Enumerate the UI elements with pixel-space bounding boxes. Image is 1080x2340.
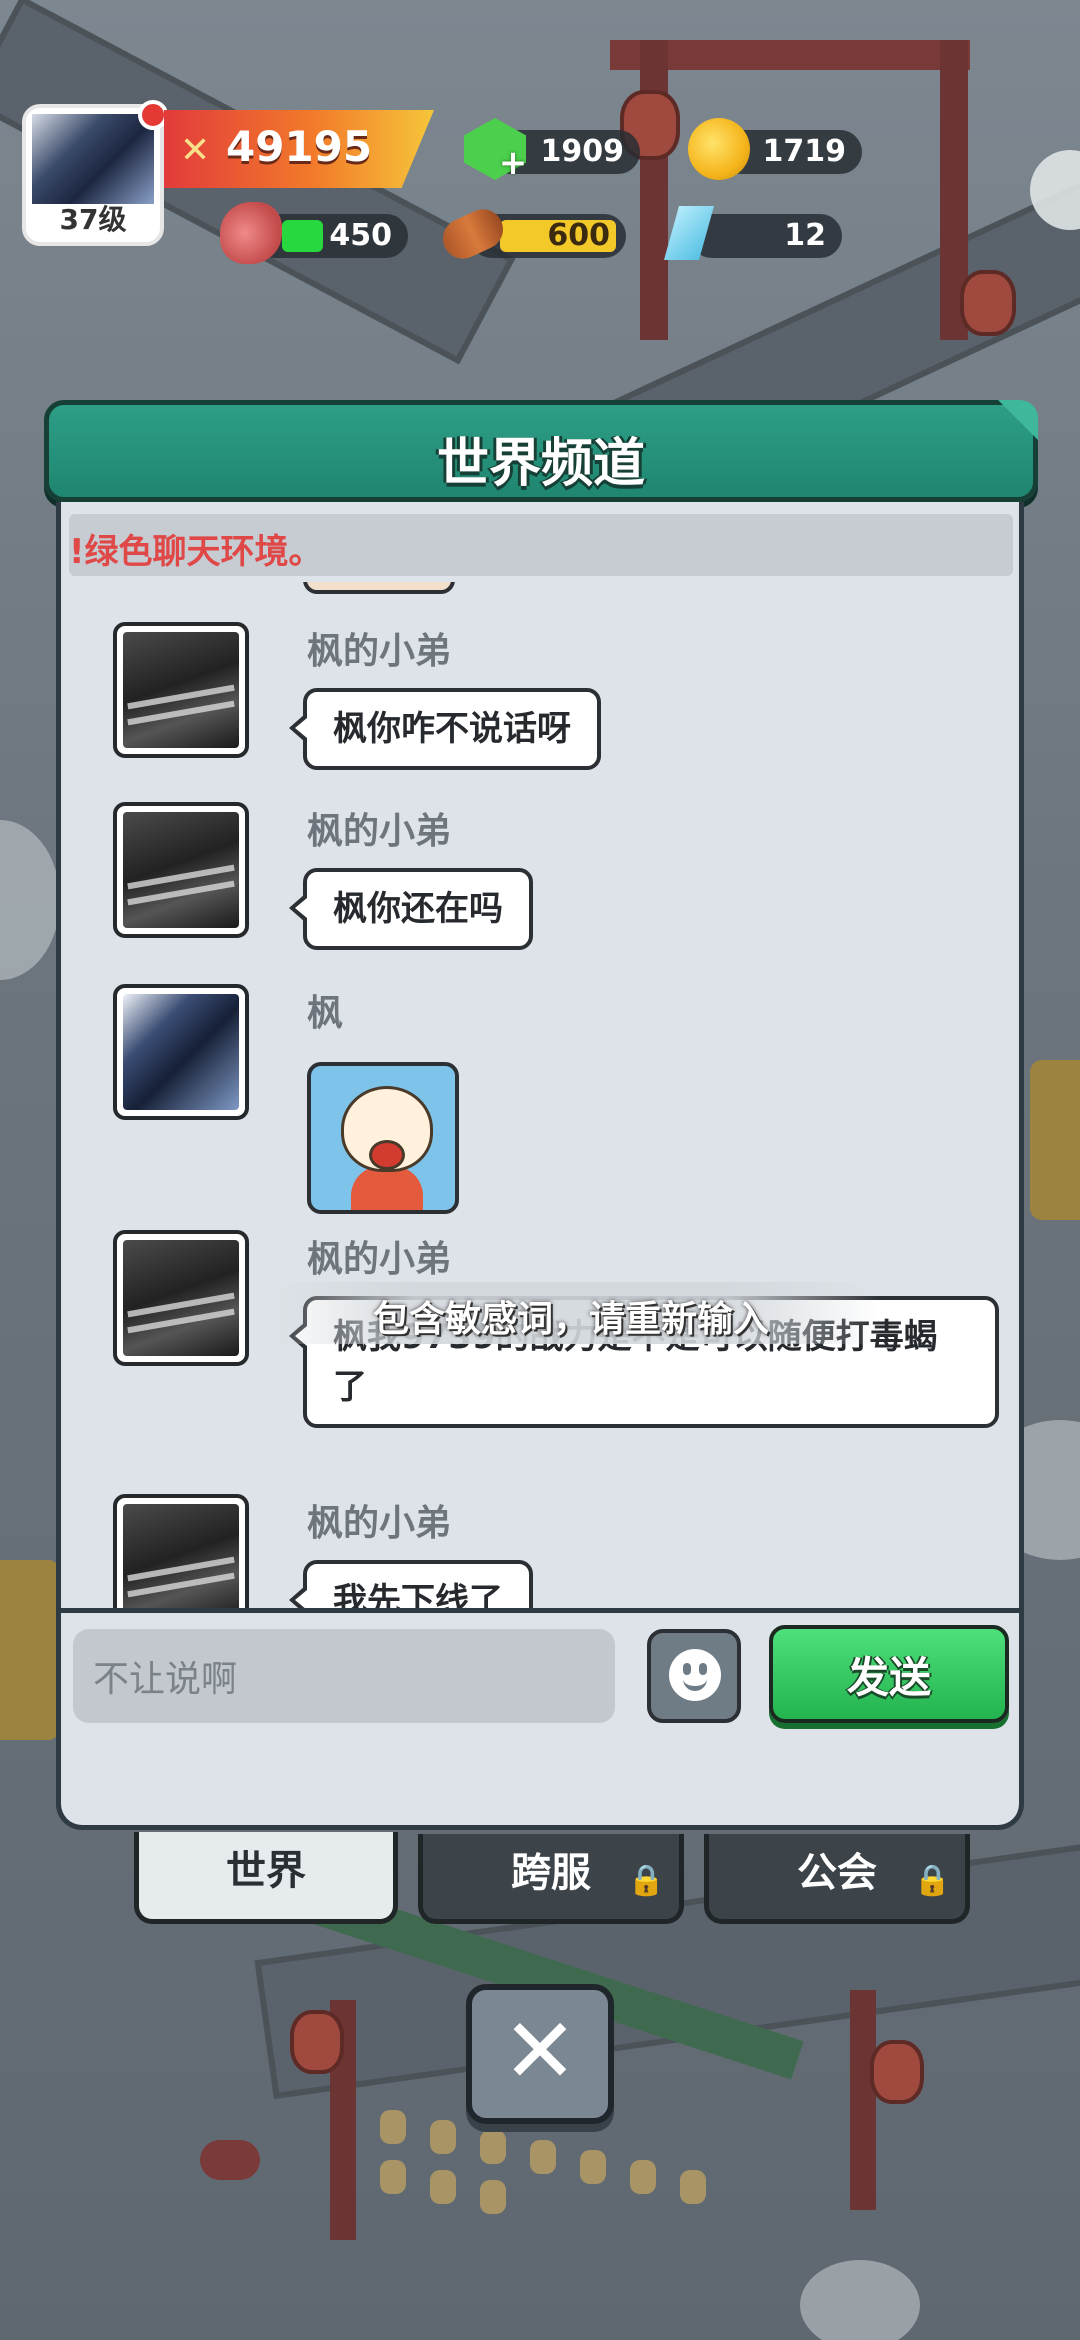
meat-icon xyxy=(220,202,282,264)
input-bar: 发送 xyxy=(61,1608,1019,1730)
chat-input[interactable] xyxy=(73,1629,615,1723)
message-bubble: 枫你咋不说话呀 xyxy=(289,688,601,770)
user-name: 枫 xyxy=(307,993,344,1034)
tab-guild[interactable]: 公会 🔒 xyxy=(704,1834,970,1924)
lock-icon: 🔒 xyxy=(913,1863,951,1898)
partial-sticker xyxy=(303,582,455,594)
gems-value: 1909 xyxy=(540,134,625,169)
user-avatar[interactable] xyxy=(113,1494,249,1612)
crying-character-sticker xyxy=(307,1062,459,1214)
notification-dot xyxy=(138,100,168,130)
tab-label: 公会 xyxy=(797,1850,877,1896)
user-avatar[interactable] xyxy=(113,622,249,758)
meat-value: 450 xyxy=(329,218,392,253)
wood-value: 600 xyxy=(547,218,610,253)
user-name: 枫的小弟 xyxy=(307,631,452,672)
message-bubble: 我先下线了 xyxy=(289,1560,533,1612)
add-gems-icon: + xyxy=(498,143,528,183)
tab-cross-server[interactable]: 跨服 🔒 xyxy=(418,1834,684,1924)
meat-counter: 450 xyxy=(220,202,408,264)
close-icon: ✕ xyxy=(502,1999,578,2104)
notice-text: !绿色聊天环境。 xyxy=(69,532,323,572)
chat-dialog: 世界频道 !绿色聊天环境。 枫的小弟 枫你咋不说话呀 枫的小弟 枫你还在吗 枫 … xyxy=(44,396,1038,1836)
dialog-title: 世界频道 xyxy=(436,434,645,494)
wood-counter: 600 xyxy=(436,202,626,266)
close-button[interactable]: ✕ xyxy=(466,1984,614,2124)
user-avatar[interactable] xyxy=(113,802,249,938)
crossed-swords-icon: ✕ xyxy=(180,130,211,171)
power-value: 49195 xyxy=(226,122,373,171)
crystals-value: 12 xyxy=(784,218,826,253)
player-portrait xyxy=(32,114,154,204)
emoji-icon xyxy=(669,1649,721,1701)
send-button[interactable]: 发送 xyxy=(769,1625,1009,1723)
user-name: 枫的小弟 xyxy=(307,1239,452,1280)
lock-icon: 🔒 xyxy=(627,1863,665,1898)
dialog-header: 世界频道 xyxy=(44,400,1038,502)
user-name: 枫的小弟 xyxy=(307,811,452,852)
notice-banner: !绿色聊天环境。 xyxy=(69,514,1013,576)
power-display: ✕ 49195 xyxy=(164,110,434,188)
warning-toast: 包含敏感词，请重新输入 xyxy=(261,1282,881,1344)
emoji-button[interactable] xyxy=(647,1629,741,1723)
user-name: 枫的小弟 xyxy=(307,1503,452,1544)
gems-counter[interactable]: + 1909 xyxy=(464,118,640,180)
toast-text: 包含敏感词，请重新输入 xyxy=(372,1299,769,1340)
crystals-counter: 12 xyxy=(664,206,842,260)
user-avatar[interactable] xyxy=(113,984,249,1120)
message-list[interactable]: 枫的小弟 枫你咋不说话呀 枫的小弟 枫你还在吗 枫 枫的小弟 毒蝎了 枫的小弟 … xyxy=(61,582,1019,1612)
tab-world[interactable]: 世界 xyxy=(134,1832,398,1924)
meat-fill-bar xyxy=(282,220,323,252)
gold-coin-icon xyxy=(688,118,750,180)
tab-label: 跨服 xyxy=(511,1850,591,1896)
chat-panel: !绿色聊天环境。 枫的小弟 枫你咋不说话呀 枫的小弟 枫你还在吗 枫 枫的小弟 … xyxy=(56,502,1024,1830)
coins-counter: 1719 xyxy=(688,118,862,180)
tab-label: 世界 xyxy=(226,1848,306,1894)
player-level: 37级 xyxy=(59,203,127,236)
user-avatar[interactable] xyxy=(113,1230,249,1366)
message-bubble: 枫你还在吗 xyxy=(289,868,533,950)
coins-value: 1719 xyxy=(762,134,847,169)
